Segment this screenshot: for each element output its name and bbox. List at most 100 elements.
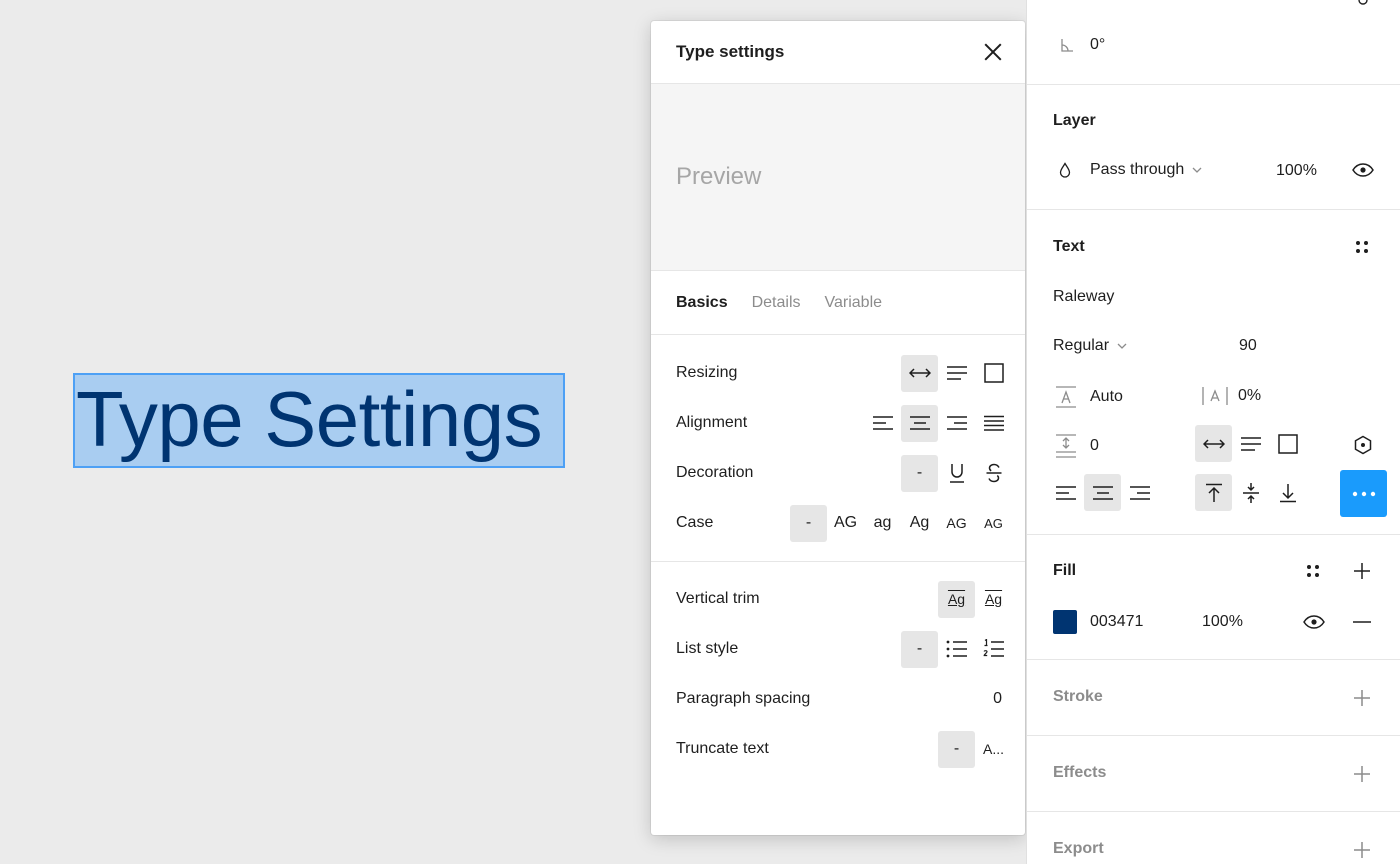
basics-section-2: Vertical trim Ag Ag List style - Paragra… bbox=[651, 562, 1025, 774]
align-justify-icon[interactable] bbox=[975, 405, 1012, 442]
properties-panel: 0° Layer Pass through 100% Text Raleway … bbox=[1026, 0, 1400, 864]
fill-hex-value[interactable]: 003471 bbox=[1090, 613, 1143, 631]
decoration-options: - bbox=[901, 454, 1012, 492]
align-left-icon[interactable] bbox=[1047, 474, 1084, 511]
popover-header: Type settings bbox=[651, 21, 1025, 84]
paragraph-spacing-input[interactable]: 0 bbox=[1053, 434, 1099, 458]
selected-text-layer[interactable]: Type Settings bbox=[73, 373, 565, 468]
fill-styles-icon[interactable] bbox=[1305, 563, 1321, 579]
bulleted-list-icon[interactable] bbox=[938, 631, 975, 668]
truncate-text-label: Truncate text bbox=[676, 740, 769, 757]
chevron-down-icon bbox=[1192, 167, 1202, 173]
align-right-icon[interactable] bbox=[938, 405, 975, 442]
letter-spacing-value: 0% bbox=[1238, 387, 1262, 404]
stroke-title: Stroke bbox=[1053, 688, 1103, 705]
tab-variable[interactable]: Variable bbox=[825, 294, 883, 312]
font-weight-dropdown[interactable]: Regular bbox=[1053, 337, 1127, 355]
underline-icon[interactable] bbox=[938, 455, 975, 492]
align-center-icon[interactable] bbox=[1084, 474, 1121, 511]
case-forced-small-caps-option[interactable]: AG bbox=[975, 505, 1012, 542]
font-family-dropdown[interactable]: Raleway bbox=[1053, 288, 1114, 306]
truncate-options: - A... bbox=[938, 730, 1012, 768]
text-styles-icon[interactable] bbox=[1354, 239, 1370, 255]
effects-title: Effects bbox=[1053, 764, 1107, 781]
decoration-label: Decoration bbox=[676, 464, 754, 481]
add-stroke-icon[interactable] bbox=[1353, 689, 1371, 707]
align-middle-icon[interactable] bbox=[1232, 474, 1269, 511]
blend-mode-dropdown[interactable]: Pass through bbox=[1057, 161, 1202, 179]
resizing-options bbox=[901, 354, 1012, 392]
tab-basics[interactable]: Basics bbox=[676, 294, 728, 312]
fixed-size-icon[interactable] bbox=[1269, 425, 1306, 462]
popover-title: Type settings bbox=[676, 42, 785, 61]
rotation-value[interactable]: 0° bbox=[1090, 36, 1105, 54]
align-bottom-icon[interactable] bbox=[1269, 474, 1306, 511]
trim-cap-height-option[interactable]: Ag bbox=[975, 581, 1012, 618]
truncate-none-option[interactable]: - bbox=[938, 730, 975, 768]
letter-spacing-input[interactable]: 0% bbox=[1200, 386, 1261, 406]
chevron-down-icon bbox=[1117, 343, 1127, 349]
align-top-icon[interactable] bbox=[1195, 474, 1232, 511]
paragraph-spacing-value[interactable]: 0 bbox=[993, 690, 1002, 708]
type-settings-button[interactable] bbox=[1340, 470, 1387, 517]
case-none-option[interactable]: - bbox=[790, 504, 827, 542]
auto-width-icon[interactable] bbox=[901, 354, 938, 392]
list-style-options: - bbox=[901, 630, 1012, 668]
align-right-icon[interactable] bbox=[1121, 474, 1158, 511]
case-title-option[interactable]: Ag bbox=[901, 505, 938, 542]
variable-font-icon[interactable] bbox=[1353, 435, 1373, 455]
fill-opacity-value[interactable]: 100% bbox=[1202, 613, 1243, 631]
add-fill-icon[interactable] bbox=[1353, 562, 1371, 580]
remove-fill-icon[interactable] bbox=[1353, 621, 1371, 623]
fill-swatch[interactable] bbox=[1053, 610, 1077, 634]
trim-standard-option[interactable]: Ag bbox=[938, 580, 975, 618]
rotation-row[interactable]: 0° bbox=[1057, 36, 1105, 54]
case-label: Case bbox=[676, 514, 714, 531]
eye-icon[interactable] bbox=[1352, 163, 1374, 177]
text-title: Text bbox=[1053, 238, 1085, 255]
paragraph-spacing-value-panel: 0 bbox=[1090, 437, 1099, 454]
font-size-input[interactable]: 90 bbox=[1239, 337, 1257, 355]
dimension-row-partial bbox=[1055, 0, 1255, 4]
case-upper-option[interactable]: AG bbox=[827, 505, 864, 542]
alignment-options bbox=[864, 404, 1012, 442]
decoration-none-option[interactable]: - bbox=[901, 454, 938, 492]
fixed-size-icon[interactable] bbox=[975, 355, 1012, 392]
vertical-trim-row: Vertical trim Ag Ag bbox=[676, 574, 1002, 624]
case-lower-option[interactable]: ag bbox=[864, 505, 901, 542]
preview-text: Preview bbox=[676, 163, 762, 190]
numbered-list-icon[interactable] bbox=[975, 631, 1012, 668]
eye-icon[interactable] bbox=[1303, 615, 1325, 629]
export-section: Export bbox=[1027, 812, 1400, 864]
fill-row[interactable]: 003471 bbox=[1053, 610, 1143, 634]
tab-details[interactable]: Details bbox=[752, 294, 801, 312]
list-style-label: List style bbox=[676, 640, 739, 657]
transform-section: 0° bbox=[1027, 0, 1400, 85]
align-left-icon[interactable] bbox=[864, 405, 901, 442]
case-small-caps-option[interactable]: AG bbox=[938, 505, 975, 542]
add-export-icon[interactable] bbox=[1353, 841, 1371, 859]
align-center-icon[interactable] bbox=[901, 404, 938, 442]
blend-mode-value: Pass through bbox=[1090, 161, 1185, 178]
type-settings-popover: Type settings Preview Basics Details Var… bbox=[651, 21, 1025, 835]
vertical-trim-label: Vertical trim bbox=[676, 590, 760, 607]
auto-height-icon[interactable] bbox=[1232, 425, 1269, 462]
blend-mode-icon bbox=[1057, 162, 1073, 178]
line-height-input[interactable]: Auto bbox=[1053, 386, 1123, 408]
layer-section: Layer Pass through 100% bbox=[1027, 85, 1400, 210]
constrain-proportions-icon[interactable] bbox=[1356, 0, 1370, 8]
effects-section: Effects bbox=[1027, 736, 1400, 812]
list-none-option[interactable]: - bbox=[901, 630, 938, 668]
layer-opacity-value[interactable]: 100% bbox=[1276, 162, 1317, 180]
auto-height-icon[interactable] bbox=[938, 355, 975, 392]
vertical-trim-options: Ag Ag bbox=[938, 580, 1012, 618]
close-icon[interactable] bbox=[981, 40, 1005, 64]
text-resizing-group bbox=[1195, 425, 1306, 462]
add-effect-icon[interactable] bbox=[1353, 765, 1371, 783]
strikethrough-icon[interactable] bbox=[975, 455, 1012, 492]
paragraph-spacing-label: Paragraph spacing bbox=[676, 690, 811, 707]
auto-width-icon[interactable] bbox=[1195, 425, 1232, 462]
truncate-ellipsis-option[interactable]: A... bbox=[975, 731, 1012, 768]
case-options: - AG ag Ag AG AG bbox=[790, 504, 1012, 542]
more-options-icon bbox=[1340, 470, 1387, 517]
